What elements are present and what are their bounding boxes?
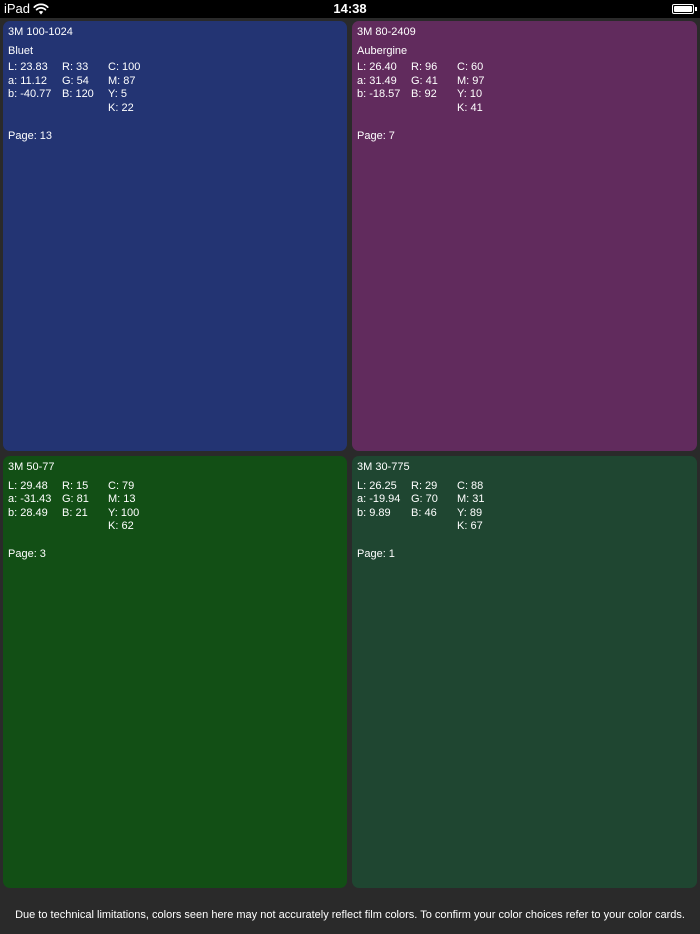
cmyk-m: M: 31 [457, 493, 485, 506]
lab-l: L: 26.25 [357, 479, 397, 492]
cmyk-values: C: 79 M: 13 Y: 100 K: 62 [108, 480, 168, 534]
status-bar: iPad 14:38 [0, 0, 700, 18]
swatch-values: L: 26.25 a: -19.94 b: 9.89 R: 29 G: 70 B… [357, 480, 692, 534]
cmyk-k: K: 22 [108, 101, 134, 114]
lab-b: b: 9.89 [357, 506, 391, 519]
cmyk-values: C: 100 M: 87 Y: 5 K: 22 [108, 61, 168, 115]
lab-l: L: 29.48 [8, 479, 48, 492]
rgb-r: R: 33 [62, 61, 89, 74]
swatch-page: Page: 13 [8, 129, 53, 142]
rgb-r: R: 96 [411, 61, 438, 74]
cmyk-c: C: 60 [457, 61, 484, 74]
swatch-name: Bluet [8, 44, 34, 57]
swatch-values: L: 26.40 a: 31.49 b: -18.57 R: 96 G: 41 … [357, 61, 692, 115]
cmyk-k: K: 67 [457, 520, 483, 533]
swatch-page: Page: 3 [8, 547, 46, 560]
lab-l: L: 26.40 [357, 61, 397, 74]
lab-b: b: 28.49 [8, 506, 48, 519]
lab-b: b: -18.57 [357, 88, 401, 101]
rgb-g: G: 54 [62, 74, 89, 87]
swatch-code: 3M 30-775 [357, 461, 410, 473]
lab-values: L: 26.40 a: 31.49 b: -18.57 [357, 61, 411, 115]
swatch-card[interactable]: 3M 30-775 L: 26.25 a: -19.94 b: 9.89 R: … [352, 456, 697, 888]
rgb-b: B: 120 [62, 88, 94, 101]
lab-values: L: 26.25 a: -19.94 b: 9.89 [357, 480, 411, 534]
cmyk-y: Y: 89 [457, 506, 483, 519]
swatch-values: L: 29.48 a: -31.43 b: 28.49 R: 15 G: 81 … [8, 480, 342, 534]
swatch-card[interactable]: 3M 100-1024 Bluet L: 23.83 a: 11.12 b: -… [3, 21, 347, 451]
cmyk-k: K: 41 [457, 101, 483, 114]
cmyk-values: C: 88 M: 31 Y: 89 K: 67 [457, 480, 517, 534]
swatch-code: 3M 50-77 [8, 461, 55, 473]
swatch-code: 3M 100-1024 [8, 26, 73, 38]
rgb-values: R: 15 G: 81 B: 21 [62, 480, 108, 534]
rgb-r: R: 15 [62, 479, 89, 492]
rgb-g: G: 41 [411, 74, 438, 87]
swatch-page: Page: 1 [357, 547, 395, 560]
disclaimer-text: Due to technical limitations, colors see… [15, 909, 685, 921]
lab-values: L: 23.83 a: 11.12 b: -40.77 [8, 61, 62, 115]
rgb-b: B: 92 [411, 88, 437, 101]
cmyk-m: M: 87 [108, 74, 136, 87]
lab-values: L: 29.48 a: -31.43 b: 28.49 [8, 480, 62, 534]
lab-b: b: -40.77 [8, 88, 52, 101]
swatch-page: Page: 7 [357, 129, 395, 142]
swatch-card[interactable]: 3M 50-77 L: 29.48 a: -31.43 b: 28.49 R: … [3, 456, 347, 888]
cmyk-c: C: 88 [457, 479, 484, 492]
lab-a: a: -31.43 [8, 493, 52, 506]
cmyk-y: Y: 5 [108, 88, 127, 101]
rgb-values: R: 29 G: 70 B: 46 [411, 480, 457, 534]
cmyk-k: K: 62 [108, 520, 134, 533]
rgb-r: R: 29 [411, 479, 438, 492]
battery-icon [672, 4, 697, 14]
cmyk-y: Y: 10 [457, 88, 483, 101]
cmyk-m: M: 97 [457, 74, 485, 87]
rgb-g: G: 81 [62, 493, 89, 506]
cmyk-y: Y: 100 [108, 506, 140, 519]
cmyk-c: C: 79 [108, 479, 135, 492]
swatch-code: 3M 80-2409 [357, 26, 416, 38]
lab-a: a: -19.94 [357, 493, 401, 506]
status-time: 14:38 [333, 1, 367, 16]
cmyk-c: C: 100 [108, 61, 141, 74]
battery-fill [674, 6, 692, 12]
cmyk-m: M: 13 [108, 493, 136, 506]
swatch-values: L: 23.83 a: 11.12 b: -40.77 R: 33 G: 54 … [8, 61, 342, 115]
rgb-values: R: 33 G: 54 B: 120 [62, 61, 108, 115]
swatch-name: Aubergine [357, 44, 408, 57]
rgb-b: B: 21 [62, 506, 88, 519]
lab-l: L: 23.83 [8, 61, 48, 74]
lab-a: a: 11.12 [8, 74, 47, 87]
rgb-g: G: 70 [411, 493, 438, 506]
swatch-card[interactable]: 3M 80-2409 Aubergine L: 26.40 a: 31.49 b… [352, 21, 697, 451]
lab-a: a: 31.49 [357, 74, 397, 87]
rgb-b: B: 46 [411, 506, 437, 519]
cmyk-values: C: 60 M: 97 Y: 10 K: 41 [457, 61, 517, 115]
rgb-values: R: 96 G: 41 B: 92 [411, 61, 457, 115]
swatch-grid: 3M 100-1024 Bluet L: 23.83 a: 11.12 b: -… [0, 18, 700, 934]
